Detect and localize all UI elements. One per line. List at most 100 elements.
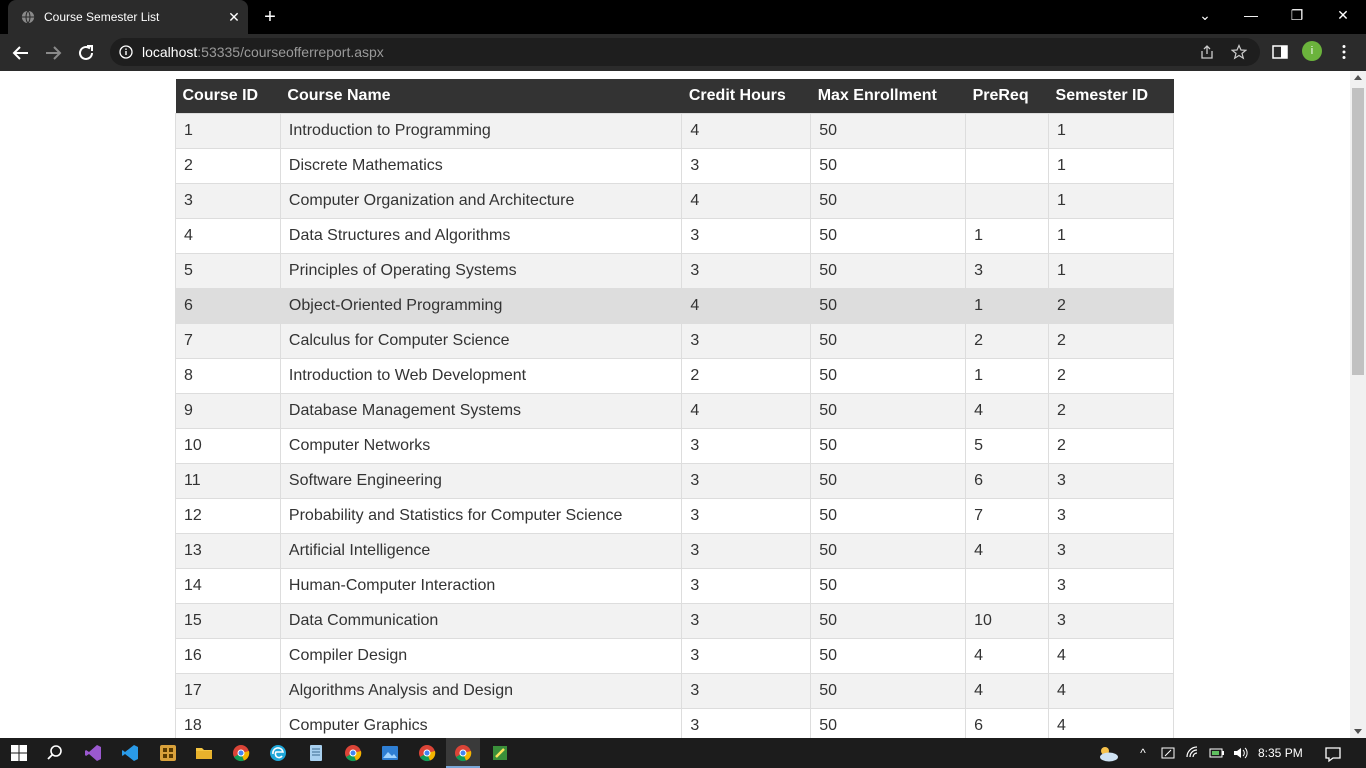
header-course-id: Course ID bbox=[175, 79, 281, 113]
cell: Data Structures and Algorithms bbox=[279, 217, 683, 254]
table-row-hovered: 6 Object-Oriented Programming 4 50 1 2 bbox=[175, 287, 1174, 324]
chrome-icon-active[interactable] bbox=[453, 743, 473, 763]
cell: Algorithms Analysis and Design bbox=[279, 672, 683, 709]
cell: 50 bbox=[810, 427, 967, 464]
cell: 4 bbox=[1048, 637, 1174, 674]
cell: Artificial Intelligence bbox=[279, 532, 683, 569]
forward-button[interactable] bbox=[40, 40, 66, 66]
cell bbox=[965, 112, 1050, 149]
weather-icon[interactable] bbox=[1095, 743, 1121, 763]
cell: 4 bbox=[965, 532, 1050, 569]
header-semester-id: Semester ID bbox=[1048, 79, 1174, 113]
scrollbar-thumb[interactable] bbox=[1352, 88, 1364, 375]
cell: 14 bbox=[175, 567, 281, 604]
course-table: Course ID Course Name Credit Hours Max E… bbox=[175, 79, 1174, 738]
close-window-button[interactable]: ✕ bbox=[1320, 0, 1366, 32]
cell: 2 bbox=[1048, 392, 1174, 429]
scroll-up-arrow-icon[interactable] bbox=[1354, 75, 1362, 80]
vscode-icon[interactable] bbox=[120, 743, 140, 763]
chrome-icon[interactable] bbox=[417, 743, 437, 763]
share-icon[interactable] bbox=[1199, 44, 1215, 60]
minimize-button[interactable]: — bbox=[1228, 0, 1274, 32]
cell: 3 bbox=[681, 462, 812, 499]
cell: Probability and Statistics for Computer … bbox=[279, 497, 683, 534]
file-explorer-icon[interactable] bbox=[194, 743, 214, 763]
visual-studio-icon[interactable] bbox=[83, 743, 103, 763]
profile-avatar[interactable]: i bbox=[1302, 41, 1322, 61]
url-text[interactable]: localhost:53335/courseofferreport.aspx bbox=[142, 44, 384, 60]
cell: 1 bbox=[1048, 147, 1174, 184]
chrome-icon[interactable] bbox=[231, 743, 251, 763]
notepad-icon[interactable] bbox=[306, 743, 326, 763]
arrow-left-icon bbox=[12, 46, 28, 60]
cell: 3 bbox=[681, 252, 812, 289]
reload-button[interactable] bbox=[73, 40, 99, 66]
tab-search-button[interactable]: ⌄ bbox=[1182, 0, 1228, 32]
table-row: 16 Compiler Design 3 50 4 4 bbox=[175, 637, 1174, 674]
chrome-icon[interactable] bbox=[343, 743, 363, 763]
cell: 2 bbox=[965, 322, 1050, 359]
cell: 3 bbox=[681, 322, 812, 359]
edge-icon[interactable] bbox=[268, 743, 288, 763]
cell: 50 bbox=[810, 707, 967, 738]
cell: 50 bbox=[810, 567, 967, 604]
pen-icon[interactable] bbox=[1160, 745, 1176, 761]
cell: 3 bbox=[681, 567, 812, 604]
cell: 4 bbox=[1048, 707, 1174, 738]
cell: Introduction to Web Development bbox=[279, 357, 683, 394]
cell: 3 bbox=[1048, 532, 1174, 569]
cell: 4 bbox=[681, 112, 812, 149]
cell: 3 bbox=[681, 707, 812, 738]
scroll-down-arrow-icon[interactable] bbox=[1354, 729, 1362, 734]
cell: 7 bbox=[965, 497, 1050, 534]
back-button[interactable] bbox=[8, 40, 34, 66]
tray-overflow-icon[interactable]: ^ bbox=[1135, 745, 1151, 761]
cell: 3 bbox=[681, 217, 812, 254]
cell: 50 bbox=[810, 287, 967, 324]
table-row: 15 Data Communication 3 50 10 3 bbox=[175, 602, 1174, 639]
app-grid-icon[interactable] bbox=[158, 743, 178, 763]
table-row: 13 Artificial Intelligence 3 50 4 3 bbox=[175, 532, 1174, 569]
table-row: 17 Algorithms Analysis and Design 3 50 4 4 bbox=[175, 672, 1174, 709]
cell: 4 bbox=[175, 217, 281, 254]
cell: 12 bbox=[175, 497, 281, 534]
battery-icon[interactable] bbox=[1209, 745, 1225, 761]
windows-start-icon[interactable] bbox=[9, 743, 29, 763]
cell: 3 bbox=[1048, 567, 1174, 604]
cell: 50 bbox=[810, 637, 967, 674]
cell: 2 bbox=[681, 357, 812, 394]
new-tab-button[interactable]: + bbox=[258, 6, 282, 30]
wifi-icon[interactable] bbox=[1185, 745, 1201, 761]
cell: 50 bbox=[810, 462, 967, 499]
notification-icon[interactable] bbox=[1324, 745, 1342, 763]
volume-icon[interactable] bbox=[1232, 745, 1248, 761]
cell: 4 bbox=[681, 182, 812, 219]
reload-icon bbox=[79, 45, 93, 60]
photos-icon[interactable] bbox=[380, 743, 400, 763]
browser-tab[interactable]: Course Semester List ✕ bbox=[8, 0, 248, 34]
cell: 3 bbox=[965, 252, 1050, 289]
search-icon[interactable] bbox=[45, 743, 65, 763]
tab-close-icon[interactable]: ✕ bbox=[226, 9, 242, 25]
side-panel-icon[interactable] bbox=[1271, 43, 1289, 61]
cell: 8 bbox=[175, 357, 281, 394]
cell: 4 bbox=[965, 637, 1050, 674]
table-row: 11 Software Engineering 3 50 6 3 bbox=[175, 462, 1174, 499]
page-scrollbar[interactable] bbox=[1350, 71, 1366, 738]
cell bbox=[965, 182, 1050, 219]
cell: 3 bbox=[681, 427, 812, 464]
address-bar[interactable]: localhost:53335/courseofferreport.aspx bbox=[110, 38, 1260, 66]
sticky-notes-icon[interactable] bbox=[490, 743, 510, 763]
table-row: 4 Data Structures and Algorithms 3 50 1 1 bbox=[175, 217, 1174, 254]
info-icon[interactable] bbox=[119, 45, 133, 59]
cell: 3 bbox=[1048, 462, 1174, 499]
table-row: 5 Principles of Operating Systems 3 50 3 1 bbox=[175, 252, 1174, 289]
cell: 2 bbox=[1048, 287, 1174, 324]
cell: 3 bbox=[681, 602, 812, 639]
cell: Computer Organization and Architecture bbox=[279, 182, 683, 219]
maximize-button[interactable]: ❐ bbox=[1274, 0, 1320, 32]
star-icon[interactable] bbox=[1231, 44, 1247, 60]
cell: 50 bbox=[810, 532, 967, 569]
menu-dots-icon[interactable] bbox=[1335, 43, 1353, 61]
taskbar-clock[interactable]: 8:35 PM bbox=[1258, 746, 1303, 760]
